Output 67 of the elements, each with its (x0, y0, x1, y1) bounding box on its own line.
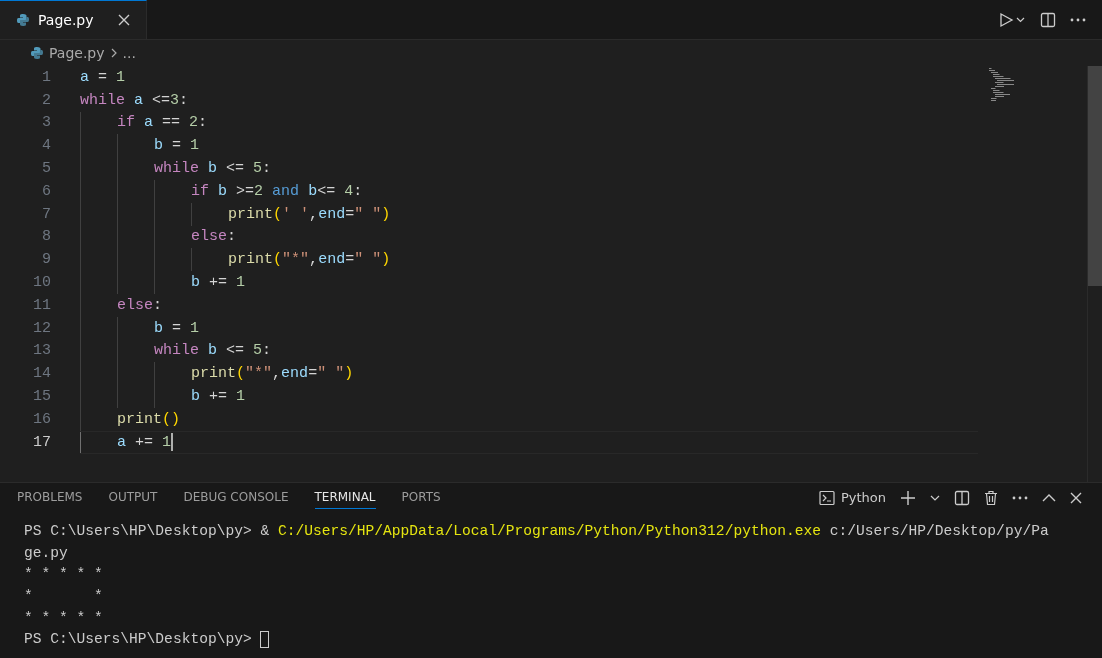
line-number: 7 (41, 205, 51, 223)
chevron-up-icon[interactable] (1042, 493, 1056, 502)
code-line: else: (80, 293, 163, 317)
trash-icon[interactable] (984, 489, 998, 506)
line-number: 12 (32, 319, 51, 337)
terminal-icon (818, 489, 835, 506)
python-icon (16, 13, 30, 27)
chevron-down-icon[interactable] (930, 493, 940, 502)
code-line: b += 1 (80, 385, 246, 408)
line-number: 10 (32, 274, 51, 292)
line-number: 11 (32, 296, 51, 314)
line-number: 13 (32, 342, 51, 360)
more-icon[interactable] (1012, 495, 1028, 500)
close-icon[interactable] (1070, 491, 1082, 504)
code-line: while a <=3: (80, 90, 189, 111)
line-number: 2 (41, 91, 51, 109)
scrollbar-thumb[interactable] (1088, 66, 1102, 286)
run-icon[interactable] (998, 11, 1026, 28)
line-number: 16 (32, 410, 51, 428)
more-icon[interactable] (1070, 17, 1086, 22)
terminal-line: * * * * * (24, 566, 103, 583)
code-line: print("*",end=" ") (80, 362, 354, 386)
line-number: 6 (41, 182, 51, 200)
terminal-line: * * (24, 588, 103, 604)
terminal-line: * * * * * (24, 609, 103, 626)
code-line: b += 1 (80, 271, 246, 294)
panel-tab[interactable]: PROBLEMS (17, 486, 83, 510)
line-number: 15 (32, 388, 51, 406)
line-number: 14 (32, 365, 51, 383)
code-line: print() (80, 407, 181, 431)
line-number: 5 (41, 160, 51, 178)
code-line: while b <= 5: (80, 339, 272, 363)
breadcrumb-item[interactable]: Page.py (49, 45, 105, 61)
line-number: 8 (41, 228, 51, 246)
plus-icon[interactable] (900, 489, 916, 506)
code-line: if a == 2: (80, 111, 208, 135)
panel-tab[interactable]: DEBUG CONSOLE (183, 486, 289, 510)
panel-tab[interactable]: OUTPUT (108, 486, 158, 510)
line-number: 4 (41, 137, 51, 155)
close-icon[interactable] (117, 14, 130, 26)
code-line: print(' ',end=" ") (80, 202, 391, 226)
python-icon (30, 46, 44, 60)
panel-tab[interactable]: PORTS (401, 486, 441, 510)
code-line: b = 1 (80, 134, 200, 158)
code-line: a = 1 (80, 67, 126, 88)
code-line: if b >=2 and b<= 4: (80, 180, 363, 203)
chevron-right-icon (109, 47, 118, 59)
split-editor-icon[interactable] (1040, 11, 1056, 28)
line-number: 3 (41, 114, 51, 132)
code-line: a += 1 (80, 431, 174, 453)
code-line: print("*",end=" ") (80, 248, 391, 272)
code-line: else: (80, 225, 237, 249)
breadcrumb-item[interactable]: ... (122, 45, 136, 61)
terminal-line: PS C:\Users\HP\Desktop\py> & C:/Users/HP/AppData/Local/Programs/Python/Python312/python.exe c:/Users/HP/Desktop/py/Pa (24, 523, 1049, 540)
code-line: b = 1 (80, 316, 200, 340)
line-number: 9 (41, 251, 51, 269)
code-line: while b <= 5: (80, 157, 272, 180)
editor-tab[interactable]: Page.py (0, 0, 147, 39)
line-number: 17 (32, 433, 51, 451)
terminal-selector[interactable]: Python (818, 489, 886, 506)
split-terminal-icon[interactable] (954, 489, 970, 506)
terminal-name: Python (840, 490, 886, 506)
terminal-line: PS C:\Users\HP\Desktop\py> (24, 631, 253, 648)
tab-label: Page.py (38, 12, 94, 28)
terminal-line: ge.py (24, 544, 68, 561)
panel-tab[interactable]: TERMINAL (314, 486, 376, 510)
line-number: 1 (41, 68, 51, 86)
